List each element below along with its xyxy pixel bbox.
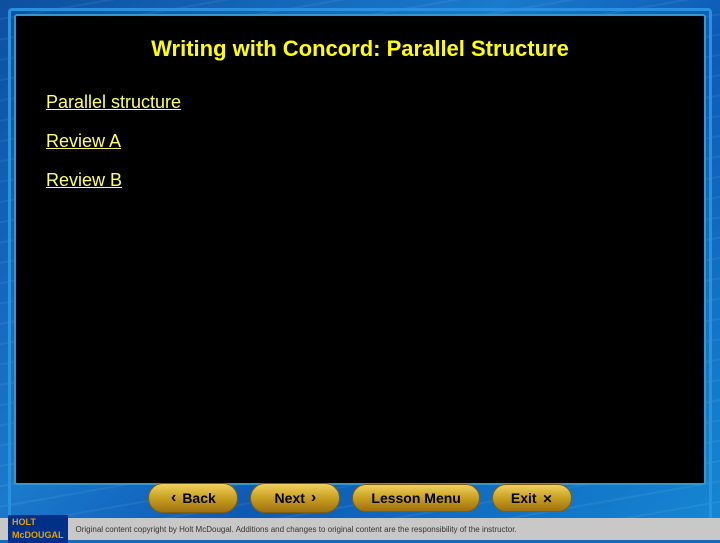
next-button[interactable]: Next [250, 483, 340, 513]
list-item: Parallel structure [46, 92, 674, 113]
exit-x-icon [543, 490, 553, 506]
topic-link-list: Parallel structure Review A Review B [46, 92, 674, 191]
review-a-link[interactable]: Review A [46, 131, 121, 151]
list-item: Review A [46, 131, 674, 152]
footer-bar: HOLT McDOUGAL Original content copyright… [0, 518, 720, 540]
nav-buttons-area: Back Next Lesson Menu Exit [14, 481, 706, 515]
page-title: Writing with Concord: Parallel Structure [46, 36, 674, 62]
next-label: Next [275, 490, 305, 506]
parallel-structure-link[interactable]: Parallel structure [46, 92, 181, 112]
next-arrow-icon [311, 489, 316, 507]
exit-button[interactable]: Exit [492, 484, 572, 512]
exit-label: Exit [511, 490, 537, 506]
back-button[interactable]: Back [148, 483, 238, 513]
main-content-area: Writing with Concord: Parallel Structure… [14, 14, 706, 485]
lesson-menu-label: Lesson Menu [371, 490, 460, 506]
copyright-text: Original content copyright by Holt McDou… [76, 525, 517, 534]
list-item: Review B [46, 170, 674, 191]
back-label: Back [182, 490, 215, 506]
back-arrow-icon [171, 489, 176, 507]
brand-holt: HOLT [12, 517, 36, 527]
brand-mcdougal: McDOUGAL [12, 530, 64, 540]
lesson-menu-button[interactable]: Lesson Menu [352, 484, 479, 512]
brand-logo: HOLT McDOUGAL [8, 515, 68, 542]
review-b-link[interactable]: Review B [46, 170, 122, 190]
